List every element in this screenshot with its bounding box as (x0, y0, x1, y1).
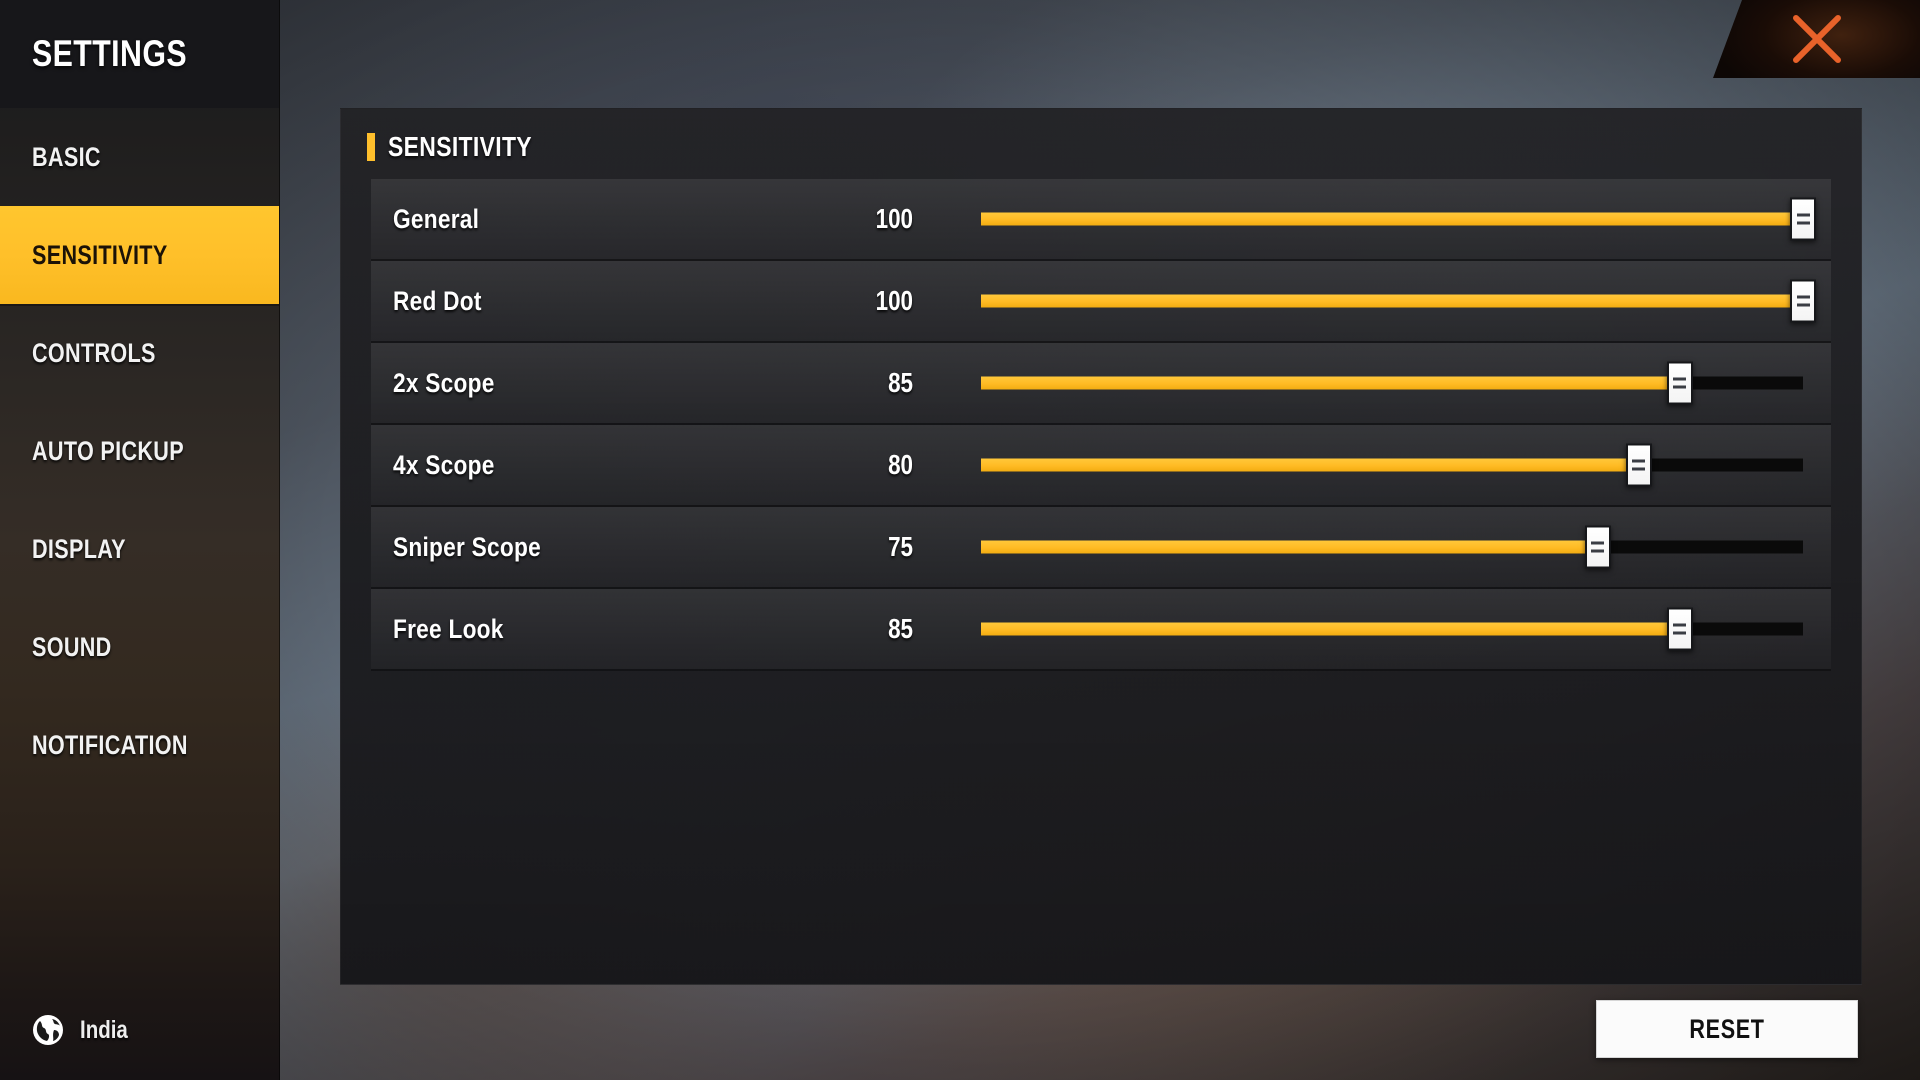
slider-handle[interactable] (1666, 361, 1693, 405)
sidebar-item-label: SENSITIVITY (32, 239, 168, 270)
sidebar-item-label: NOTIFICATION (32, 729, 188, 760)
sidebar-item-auto-pickup[interactable]: AUTO PICKUP (0, 402, 279, 500)
slider-handle-grip (1673, 385, 1687, 389)
sidebar-item-sound[interactable]: SOUND (0, 598, 279, 696)
slider-handle-grip (1673, 623, 1687, 627)
sensitivity-slider[interactable] (981, 179, 1816, 259)
section-header: SENSITIVITY (341, 109, 1861, 179)
sidebar-item-basic[interactable]: BASIC (0, 108, 279, 206)
sensitivity-row-label: Free Look (393, 613, 504, 644)
slider-handle[interactable] (1666, 607, 1693, 651)
slider-handle-grip (1591, 549, 1604, 553)
sensitivity-row-list: General 100 Red Dot 100 2x Scope 85 4x Scope 80… (341, 179, 1861, 671)
sidebar-item-sensitivity[interactable]: SENSITIVITY (0, 206, 279, 306)
locale-selector[interactable]: India (30, 1012, 138, 1048)
slider-fill (981, 540, 1598, 554)
section-accent-bar (367, 133, 375, 161)
sidebar-item-label: BASIC (32, 141, 101, 172)
slider-handle-grip (1591, 541, 1604, 545)
slider-handle[interactable] (1790, 279, 1816, 323)
slider-handle-grip (1796, 303, 1810, 307)
slider-fill (981, 212, 1803, 226)
sensitivity-row-value: 85 (888, 613, 913, 644)
sensitivity-row-value: 85 (888, 367, 913, 398)
sidebar-item-label: CONTROLS (32, 337, 156, 368)
settings-screen: SETTINGS BASIC SENSITIVITY CONTROLS AUTO PI… (0, 0, 1920, 1080)
sensitivity-slider[interactable] (981, 343, 1803, 423)
sensitivity-panel: SENSITIVITY General 100 Red Dot 100 2x Scope… (340, 108, 1862, 985)
sidebar-item-display[interactable]: DISPLAY (0, 500, 279, 598)
sidebar-header: SETTINGS (0, 0, 279, 108)
sensitivity-row-value: 100 (875, 203, 913, 234)
sensitivity-slider[interactable] (981, 589, 1803, 669)
close-button[interactable] (1713, 0, 1920, 78)
sensitivity-row-value: 75 (888, 531, 913, 562)
reset-button[interactable]: RESET (1596, 1000, 1858, 1058)
sidebar-item-controls[interactable]: CONTROLS (0, 304, 279, 402)
sensitivity-row: Red Dot 100 (371, 261, 1831, 343)
sensitivity-row: 2x Scope 85 (371, 343, 1831, 425)
sensitivity-row-value: 80 (888, 449, 913, 480)
globe-icon (30, 1012, 66, 1048)
sensitivity-row: Free Look 85 (371, 589, 1831, 671)
sensitivity-row-value: 100 (875, 285, 913, 316)
sensitivity-slider[interactable] (981, 507, 1803, 587)
slider-fill (981, 458, 1639, 472)
close-x-icon (1788, 10, 1846, 68)
slider-handle-grip (1632, 467, 1646, 471)
slider-fill (981, 376, 1680, 390)
sidebar-item-label: AUTO PICKUP (32, 435, 184, 466)
sensitivity-row-label: Sniper Scope (393, 531, 541, 562)
slider-handle-grip (1673, 377, 1687, 381)
sensitivity-slider[interactable] (981, 261, 1816, 341)
sidebar-item-notification[interactable]: NOTIFICATION (0, 696, 279, 794)
slider-handle[interactable] (1584, 525, 1611, 569)
slider-fill (981, 294, 1803, 308)
slider-handle[interactable] (1790, 197, 1816, 241)
page-title: SETTINGS (32, 33, 188, 74)
slider-handle-grip (1796, 295, 1810, 299)
sensitivity-slider[interactable] (981, 425, 1803, 505)
sidebar-item-label: DISPLAY (32, 533, 126, 564)
locale-label: India (80, 1015, 128, 1044)
slider-handle-grip (1632, 459, 1646, 463)
reset-button-label: RESET (1689, 1013, 1765, 1044)
sensitivity-row-label: General (393, 203, 480, 234)
slider-fill (981, 622, 1680, 636)
sidebar-nav: BASIC SENSITIVITY CONTROLS AUTO PICKUP DISPL… (0, 108, 279, 794)
sensitivity-row: 4x Scope 80 (371, 425, 1831, 507)
sensitivity-row-label: 2x Scope (393, 367, 495, 398)
slider-handle-grip (1796, 221, 1810, 225)
settings-sidebar: SETTINGS BASIC SENSITIVITY CONTROLS AUTO PI… (0, 0, 280, 1080)
sidebar-item-label: SOUND (32, 631, 112, 662)
slider-handle-grip (1673, 631, 1687, 635)
sensitivity-row: General 100 (371, 179, 1831, 261)
sensitivity-row-label: Red Dot (393, 285, 482, 316)
sensitivity-row-label: 4x Scope (393, 449, 495, 480)
slider-handle[interactable] (1625, 443, 1652, 487)
sensitivity-row: Sniper Scope 75 (371, 507, 1831, 589)
slider-handle-grip (1796, 213, 1810, 217)
section-title: SENSITIVITY (388, 131, 532, 162)
